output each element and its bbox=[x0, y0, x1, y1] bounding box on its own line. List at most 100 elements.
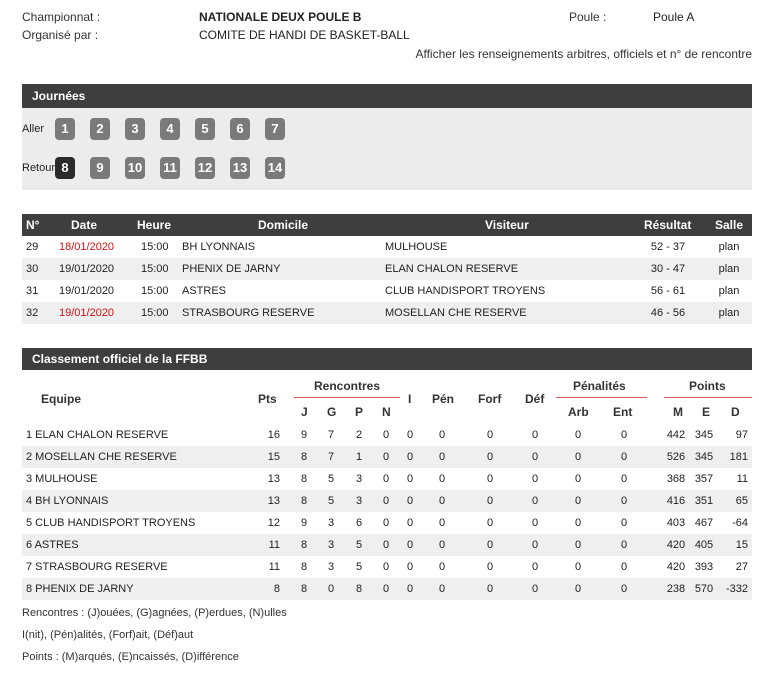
h-e: E bbox=[702, 405, 711, 419]
classement-row: 5 CLUB HANDISPORT TROYENS 12 9 3 6 0 0 0 0 0 0 0 403… bbox=[22, 512, 752, 534]
classement-n: 0 bbox=[382, 495, 390, 507]
h-i: I bbox=[408, 392, 412, 406]
classement-arb: 0 bbox=[574, 517, 582, 529]
match-num: 29 bbox=[26, 241, 39, 253]
classement-forf: 0 bbox=[486, 583, 494, 595]
aller-journee-button[interactable]: 7 bbox=[265, 118, 285, 140]
classement-i: 0 bbox=[406, 539, 414, 551]
classement-arb: 0 bbox=[574, 539, 582, 551]
match-row: 31 19/01/2020 15:00 ASTRES CLUB HANDISPORT T… bbox=[22, 280, 752, 302]
h-p: P bbox=[355, 405, 364, 419]
aller-journee-button[interactable]: 3 bbox=[125, 118, 145, 140]
classement-forf: 0 bbox=[486, 495, 494, 507]
match-date: 18/01/2020 bbox=[59, 241, 115, 253]
classement-n: 0 bbox=[382, 583, 390, 595]
classement-pts: 13 bbox=[267, 473, 280, 485]
aller-journee-button[interactable]: 1 bbox=[55, 118, 75, 140]
classement-m: 416 bbox=[666, 495, 686, 507]
classement-ent: 0 bbox=[620, 473, 628, 485]
retour-journee-button[interactable]: 11 bbox=[160, 157, 180, 179]
match-num: 32 bbox=[26, 307, 39, 319]
aller-journee-button[interactable]: 5 bbox=[195, 118, 215, 140]
col-heure: Heure bbox=[137, 218, 172, 232]
retour-journee-button[interactable]: 13 bbox=[230, 157, 250, 179]
h-n: N bbox=[382, 405, 391, 419]
classement-row: 8 PHENIX DE JARNY 8 8 0 8 0 0 0 0 0 0 0 238 570 -332 bbox=[22, 578, 752, 600]
classement-arb: 0 bbox=[574, 495, 582, 507]
match-date: 19/01/2020 bbox=[59, 285, 115, 297]
retour-label: Retour bbox=[22, 162, 56, 174]
retour-journee-button[interactable]: 12 bbox=[195, 157, 215, 179]
retour-journee-button[interactable]: 10 bbox=[125, 157, 145, 179]
match-domicile: PHENIX DE JARNY bbox=[182, 263, 281, 275]
classement-j: 9 bbox=[300, 517, 308, 529]
aller-journee-button[interactable]: 6 bbox=[230, 118, 250, 140]
classement-p: 5 bbox=[355, 561, 363, 573]
match-visiteur: ELAN CHALON RESERVE bbox=[385, 263, 519, 275]
h-points: Points bbox=[689, 379, 726, 393]
retour-journee-button[interactable]: 14 bbox=[265, 157, 285, 179]
classement-row: 6 ASTRES 11 8 3 5 0 0 0 0 0 0 0 420 405 15 bbox=[22, 534, 752, 556]
classement-ent: 0 bbox=[620, 451, 628, 463]
match-salle[interactable]: plan bbox=[712, 258, 746, 280]
aller-journee-button[interactable]: 2 bbox=[90, 118, 110, 140]
match-domicile: STRASBOURG RESERVE bbox=[182, 307, 315, 319]
match-heure: 15:00 bbox=[141, 241, 169, 253]
classement-pen: 0 bbox=[438, 429, 446, 441]
classement-pts: 16 bbox=[267, 429, 280, 441]
match-salle[interactable]: plan bbox=[712, 280, 746, 302]
classement-i: 0 bbox=[406, 583, 414, 595]
classement-pen: 0 bbox=[438, 561, 446, 573]
h-penalites: Pénalités bbox=[573, 379, 626, 393]
classement-n: 0 bbox=[382, 429, 390, 441]
poule-label: Poule : bbox=[569, 10, 607, 24]
championnat-value: NATIONALE DEUX POULE B bbox=[199, 10, 362, 24]
legend-points: Points : (M)arqués, (E)ncaissés, (D)iffé… bbox=[22, 651, 239, 663]
retour-journee-button[interactable]: 8 bbox=[55, 157, 75, 179]
classement-ent: 0 bbox=[620, 495, 628, 507]
h-g: G bbox=[327, 405, 337, 419]
retour-journee-button[interactable]: 9 bbox=[90, 157, 110, 179]
classement-i: 0 bbox=[406, 495, 414, 507]
h-pen: Pén bbox=[432, 392, 455, 406]
classement-p: 3 bbox=[355, 495, 363, 507]
match-visiteur: MULHOUSE bbox=[385, 241, 448, 253]
classement-def: 0 bbox=[531, 517, 539, 529]
h-pts: Pts bbox=[258, 392, 277, 406]
classement-ent: 0 bbox=[620, 583, 628, 595]
classement-i: 0 bbox=[406, 561, 414, 573]
classement-equipe: 7 STRASBOURG RESERVE bbox=[26, 561, 168, 573]
col-resultat: Résultat bbox=[644, 218, 692, 232]
arbitres-link[interactable]: Afficher les renseignements arbitres, of… bbox=[415, 47, 752, 61]
aller-journee-button[interactable]: 4 bbox=[160, 118, 180, 140]
classement-p: 3 bbox=[355, 473, 363, 485]
classement-g: 5 bbox=[327, 473, 335, 485]
classement-j: 8 bbox=[300, 451, 308, 463]
classement-p: 2 bbox=[355, 429, 363, 441]
classement-forf: 0 bbox=[486, 539, 494, 551]
aller-label: Aller bbox=[22, 123, 45, 135]
classement-e: 357 bbox=[694, 473, 714, 485]
classement-pts: 12 bbox=[267, 517, 280, 529]
match-salle[interactable]: plan bbox=[712, 302, 746, 324]
classement-equipe: 8 PHENIX DE JARNY bbox=[26, 583, 134, 595]
classement-forf: 0 bbox=[486, 517, 494, 529]
col-salle: Salle bbox=[715, 218, 744, 232]
match-resultat: 52 - 37 bbox=[650, 241, 686, 253]
classement-equipe: 2 MOSELLAN CHE RESERVE bbox=[26, 451, 177, 463]
classement-ent: 0 bbox=[620, 561, 628, 573]
classement-title: Classement officiel de la FFBB bbox=[32, 352, 208, 366]
classement-d: 15 bbox=[735, 539, 748, 551]
classement-row: 3 MULHOUSE 13 8 5 3 0 0 0 0 0 0 0 368 357 11 bbox=[22, 468, 752, 490]
journees-title: Journées bbox=[32, 89, 86, 103]
points-underline bbox=[664, 397, 752, 398]
match-salle[interactable]: plan bbox=[712, 236, 746, 258]
classement-ent: 0 bbox=[620, 517, 628, 529]
classement-pen: 0 bbox=[438, 539, 446, 551]
classement-arb: 0 bbox=[574, 451, 582, 463]
classement-g: 7 bbox=[327, 451, 335, 463]
classement-def: 0 bbox=[531, 451, 539, 463]
match-num: 31 bbox=[26, 285, 39, 297]
classement-d: 65 bbox=[735, 495, 748, 507]
col-date: Date bbox=[71, 218, 98, 232]
